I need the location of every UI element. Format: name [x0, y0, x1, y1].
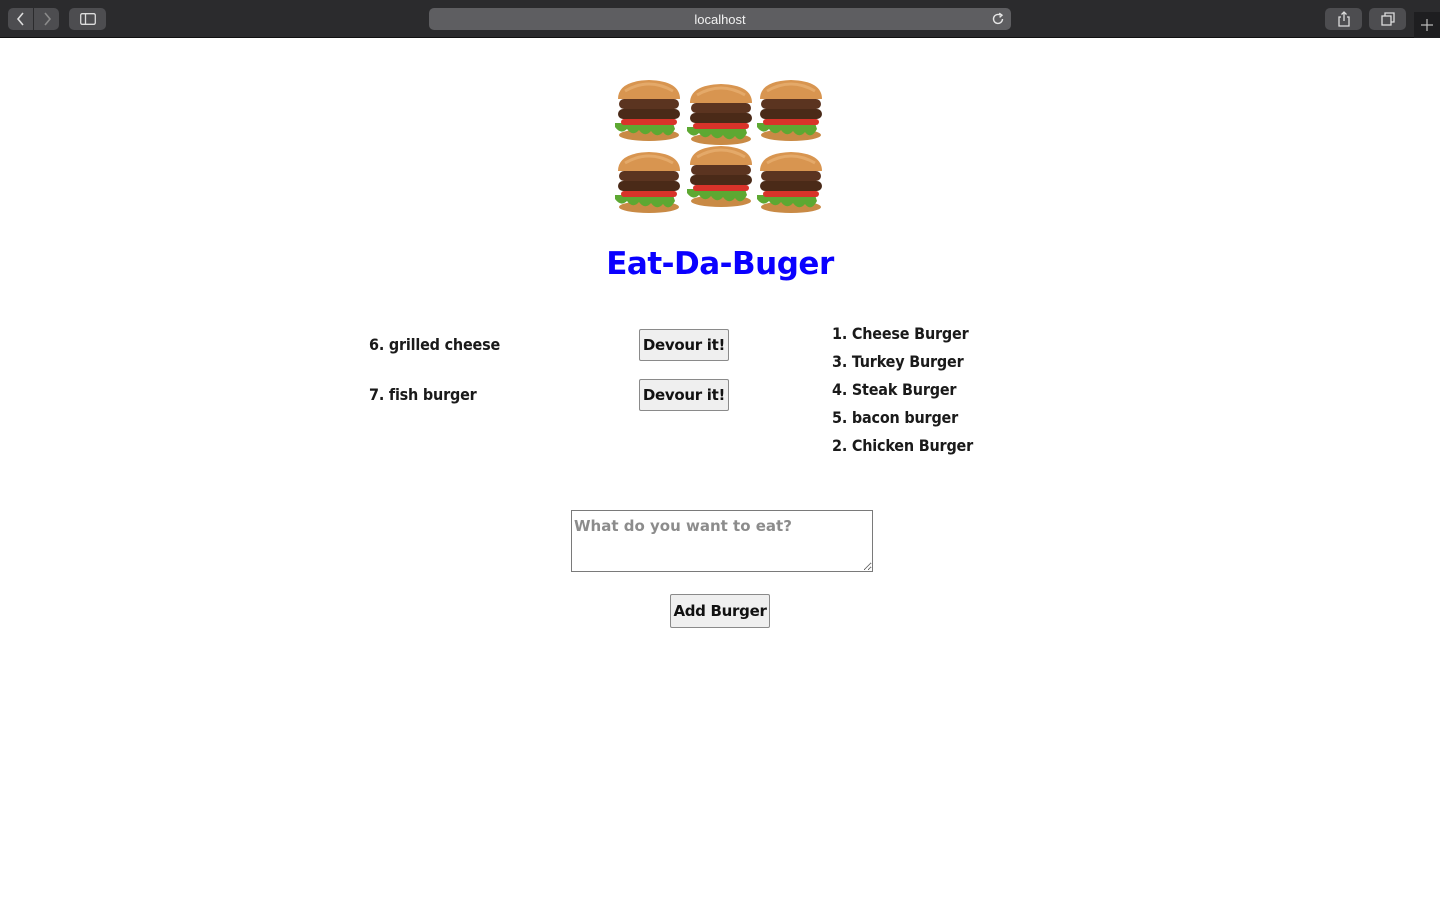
tab-overview-button[interactable] — [1369, 8, 1406, 30]
burger-picture — [615, 152, 680, 213]
burger-name: 6. grilled cheese — [369, 335, 501, 354]
devoured-list: 1. Cheese Burger 3. Turkey Burger 4. Ste… — [832, 322, 973, 462]
list-item-devoured: 4. Steak Burger — [832, 380, 957, 399]
forward-button[interactable] — [34, 8, 59, 30]
plus-icon — [1421, 19, 1433, 31]
new-tab-button[interactable] — [1414, 12, 1440, 38]
burger-picture — [687, 84, 752, 145]
devour-button[interactable]: Devour it! — [639, 379, 729, 411]
reload-icon — [992, 12, 1004, 25]
url-text: localhost — [694, 11, 746, 27]
sidebar-toggle-button[interactable] — [69, 8, 106, 30]
list-item-not-devoured: 7. fish burger Devour it! — [369, 379, 749, 411]
burgers-image — [615, 80, 822, 213]
tabs-overview-icon — [1380, 12, 1395, 26]
burger-name: 7. fish burger — [369, 385, 477, 404]
burger-picture — [757, 80, 822, 141]
share-icon — [1337, 11, 1350, 27]
chevron-left-icon — [16, 12, 24, 26]
burger-picture — [687, 146, 752, 207]
add-burger-button[interactable]: Add Burger — [670, 594, 770, 628]
burger-name-input[interactable] — [571, 510, 873, 572]
back-button[interactable] — [8, 8, 33, 30]
sidebar-icon — [79, 13, 96, 25]
list-item-devoured: 1. Cheese Burger — [832, 324, 969, 343]
burger-picture — [615, 80, 680, 141]
chevron-right-icon — [43, 12, 51, 26]
burger-picture — [757, 152, 822, 213]
list-item-devoured: 5. bacon burger — [832, 408, 959, 427]
devour-button[interactable]: Devour it! — [639, 329, 729, 361]
address-bar[interactable]: localhost — [429, 8, 1011, 30]
reload-button[interactable] — [991, 12, 1005, 29]
page-title: Eat-Da-Buger — [606, 246, 834, 282]
browser-toolbar: localhost — [0, 0, 1440, 38]
list-item-devoured: 2. Chicken Burger — [832, 436, 974, 455]
list-item-devoured: 3. Turkey Burger — [832, 352, 964, 371]
list-item-not-devoured: 6. grilled cheese Devour it! — [369, 329, 749, 361]
share-button[interactable] — [1325, 8, 1362, 30]
